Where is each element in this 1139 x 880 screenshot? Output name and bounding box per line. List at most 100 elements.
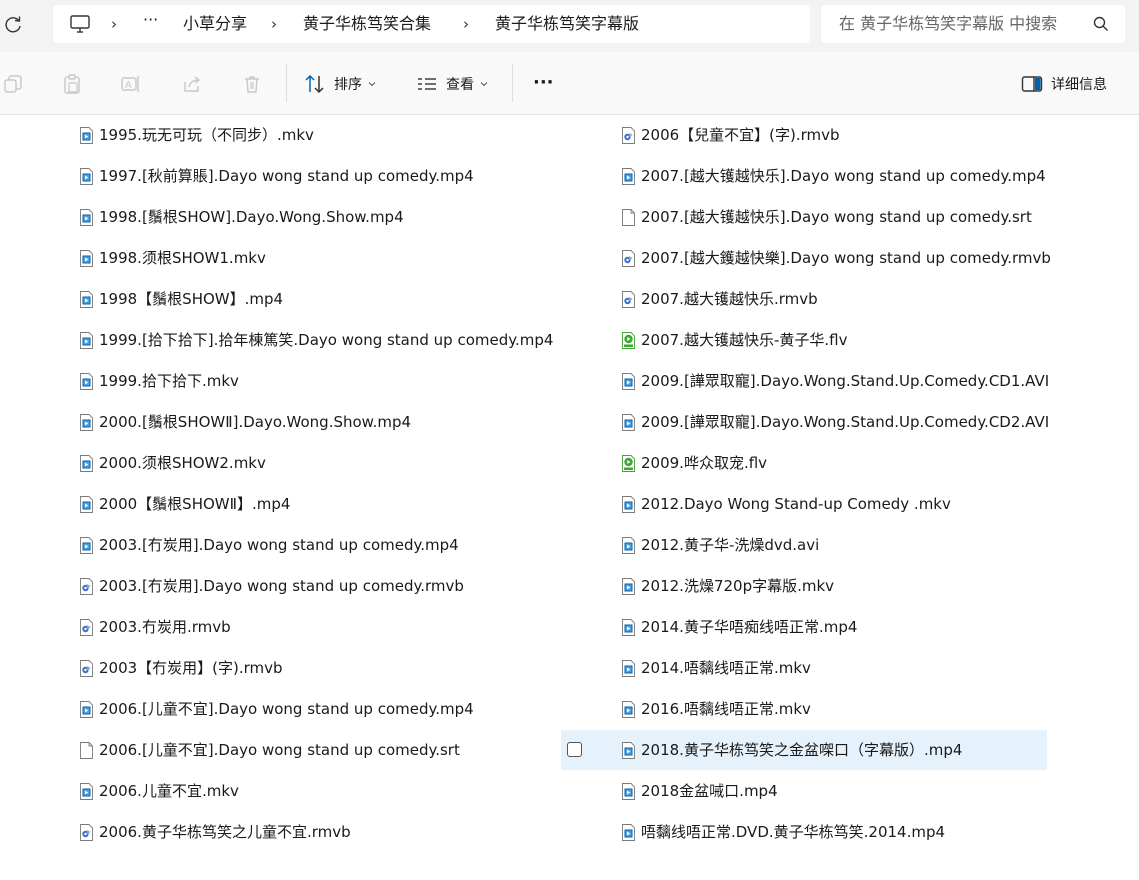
list-item[interactable]: 2003.[冇炭用].Dayo wong stand up comedy.rmv…	[80, 566, 464, 606]
list-item[interactable]: 2007.[越大镬越快乐].Dayo wong stand up comedy.…	[622, 156, 1046, 196]
breadcrumb[interactable]: › ··· 小草分享 › 黄子华栋笃笑合集 › 黄子华栋笃笑字幕版	[53, 5, 810, 43]
more-options-button[interactable]: ···	[533, 70, 554, 94]
breadcrumb-separator: ›	[111, 15, 117, 33]
list-item[interactable]: 1999.[拾下拾下].拾年棟篤笑.Dayo wong stand up com…	[80, 320, 553, 360]
list-item[interactable]: 2012.黄子华-洗燥dvd.avi	[622, 525, 819, 565]
select-checkbox[interactable]	[567, 742, 582, 757]
file-name: 2006【兒童不宜】(字).rmvb	[641, 126, 840, 144]
list-item[interactable]: 2007.[越大镬越快乐].Dayo wong stand up comedy.…	[622, 197, 1032, 237]
list-item[interactable]: 1999.拾下拾下.mkv	[80, 361, 239, 401]
video-file-icon	[80, 536, 93, 554]
video-file-icon	[622, 823, 635, 841]
video-file-icon	[80, 700, 93, 718]
video-file-icon	[622, 700, 635, 718]
file-name: 2003.[冇炭用].Dayo wong stand up comedy.rmv…	[99, 577, 464, 595]
copy-icon[interactable]	[2, 73, 24, 95]
address-bar: › ··· 小草分享 › 黄子华栋笃笑合集 › 黄子华栋笃笑字幕版 在 黄子华栋…	[0, 0, 1139, 52]
sort-button[interactable]: 排序	[304, 72, 376, 96]
list-item[interactable]: 1998【鬚根SHOW】.mp4	[80, 279, 283, 319]
file-name: 1995.玩无可玩（不同步）.mkv	[99, 126, 314, 144]
toolbar-divider	[512, 64, 513, 102]
command-bar: A 排序 查看 ··· 详细信息	[0, 52, 1139, 115]
list-item[interactable]: 2006【兒童不宜】(字).rmvb	[622, 115, 840, 155]
breadcrumb-separator: ›	[271, 15, 277, 33]
list-item[interactable]: 2018金盆㖑口.mp4	[622, 771, 778, 811]
list-item[interactable]: 2000.[鬚根SHOWⅡ].Dayo.Wong.Show.mp4	[80, 402, 411, 442]
list-item[interactable]: 1995.玩无可玩（不同步）.mkv	[80, 115, 314, 155]
file-name: 2012.Dayo Wong Stand-up Comedy .mkv	[641, 495, 951, 513]
list-item[interactable]: 2012.洗燥720p字幕版.mkv	[622, 566, 834, 606]
list-item[interactable]: 2006.儿童不宜.mkv	[80, 771, 239, 811]
list-item[interactable]: 2009.[譁眾取寵].Dayo.Wong.Stand.Up.Comedy.CD…	[622, 361, 1049, 401]
list-item[interactable]: 2007.越大镬越快乐-黄子华.flv	[622, 320, 847, 360]
file-name: 2003.[冇炭用].Dayo wong stand up comedy.mp4	[99, 536, 459, 554]
file-list: 1995.玩无可玩（不同步）.mkv 1997.[秋前算賬].Dayo wong …	[0, 115, 1139, 880]
file-name: 2016.唔黐线唔正常.mkv	[641, 700, 811, 718]
video-file-icon	[622, 577, 635, 595]
list-item[interactable]: 2003.[冇炭用].Dayo wong stand up comedy.mp4	[80, 525, 459, 565]
search-input[interactable]: 在 黄子华栋笃笑字幕版 中搜索	[821, 5, 1125, 43]
share-icon[interactable]	[181, 73, 203, 95]
this-pc-icon[interactable]	[69, 13, 91, 35]
video-file-icon	[80, 372, 93, 390]
list-item[interactable]: 2006.[儿童不宜].Dayo wong stand up comedy.sr…	[80, 730, 460, 770]
chevron-down-icon	[368, 82, 376, 87]
list-item[interactable]: 2016.唔黐线唔正常.mkv	[622, 689, 811, 729]
list-item[interactable]: 1997.[秋前算賬].Dayo wong stand up comedy.mp…	[80, 156, 474, 196]
search-icon[interactable]	[1093, 16, 1109, 32]
file-name: 2012.黄子华-洗燥dvd.avi	[641, 536, 820, 554]
details-button[interactable]: 详细信息	[1021, 72, 1107, 96]
file-name: 1998【鬚根SHOW】.mp4	[99, 290, 284, 308]
view-button[interactable]: 查看	[416, 72, 488, 96]
video-file-icon	[80, 208, 93, 226]
list-item[interactable]: 2003.冇炭用.rmvb	[80, 607, 231, 647]
list-item[interactable]: 2009.哗众取宠.flv	[622, 443, 767, 483]
list-item[interactable]: 唔黐线唔正常.DVD.黄子华栋笃笑.2014.mp4	[622, 812, 945, 852]
breadcrumb-item-current[interactable]: 黄子华栋笃笑字幕版	[495, 15, 639, 33]
file-name: 2012.洗燥720p字幕版.mkv	[641, 577, 835, 595]
list-item[interactable]: 2007.[越大鑊越快樂].Dayo wong stand up comedy.…	[622, 238, 1051, 278]
video-file-icon	[622, 618, 635, 636]
details-label: 详细信息	[1051, 77, 1107, 93]
video-file-icon	[80, 495, 93, 513]
list-item[interactable]: 1998.须根SHOW1.mkv	[80, 238, 266, 278]
list-item[interactable]: 2007.越大镬越快乐.rmvb	[622, 279, 818, 319]
video-file-icon	[80, 331, 93, 349]
list-item[interactable]: 2014.唔黐线唔正常.mkv	[622, 648, 811, 688]
search-placeholder: 在 黄子华栋笃笑字幕版 中搜索	[839, 15, 1058, 33]
video-file-icon	[80, 782, 93, 800]
video-file-icon	[622, 413, 635, 431]
file-name: 2000【鬚根SHOWⅡ】.mp4	[99, 495, 291, 513]
rmvb-file-icon	[80, 577, 93, 595]
file-name: 1998.[鬚根SHOW].Dayo.Wong.Show.mp4	[99, 208, 404, 226]
refresh-icon[interactable]	[4, 14, 24, 34]
video-file-icon	[622, 372, 635, 390]
video-file-icon	[80, 290, 93, 308]
breadcrumb-item-collection[interactable]: 黄子华栋笃笑合集	[303, 15, 431, 33]
list-item[interactable]: 2014.黄子华唔痴线唔正常.mp4	[622, 607, 857, 647]
file-name: 唔黐线唔正常.DVD.黄子华栋笃笑.2014.mp4	[641, 823, 946, 841]
file-name: 2006.[儿童不宜].Dayo wong stand up comedy.mp…	[99, 700, 474, 718]
breadcrumb-more-button[interactable]: ···	[143, 11, 158, 29]
details-pane-icon	[1021, 76, 1043, 92]
list-item[interactable]: 2003【冇炭用】(字).rmvb	[80, 648, 283, 688]
rename-icon[interactable]: A	[120, 73, 142, 95]
rmvb-file-icon	[622, 290, 635, 308]
list-item[interactable]: 2018.黄子华栋笃笑之金盆㗎口（字幕版）.mp4	[561, 730, 1047, 770]
sort-label: 排序	[334, 77, 362, 93]
list-item[interactable]: 2012.Dayo Wong Stand-up Comedy .mkv	[622, 484, 951, 524]
file-name: 2000.须根SHOW2.mkv	[99, 454, 266, 472]
list-item[interactable]: 2000.须根SHOW2.mkv	[80, 443, 266, 483]
file-name: 2007.越大镬越快乐-黄子华.flv	[641, 331, 848, 349]
rmvb-file-icon	[622, 249, 635, 267]
list-item[interactable]: 2006.黄子华栋笃笑之儿童不宜.rmvb	[80, 812, 351, 852]
file-name: 2018.黄子华栋笃笑之金盆㗎口（字幕版）.mp4	[641, 741, 963, 759]
paste-icon[interactable]	[61, 73, 83, 95]
list-item[interactable]: 2000【鬚根SHOWⅡ】.mp4	[80, 484, 290, 524]
delete-icon[interactable]	[241, 73, 263, 95]
list-item[interactable]: 1998.[鬚根SHOW].Dayo.Wong.Show.mp4	[80, 197, 404, 237]
list-item[interactable]: 2009.[譁眾取寵].Dayo.Wong.Stand.Up.Comedy.CD…	[622, 402, 1049, 442]
file-name: 2014.黄子华唔痴线唔正常.mp4	[641, 618, 858, 636]
breadcrumb-item-share[interactable]: 小草分享	[183, 15, 247, 33]
list-item[interactable]: 2006.[儿童不宜].Dayo wong stand up comedy.mp…	[80, 689, 474, 729]
